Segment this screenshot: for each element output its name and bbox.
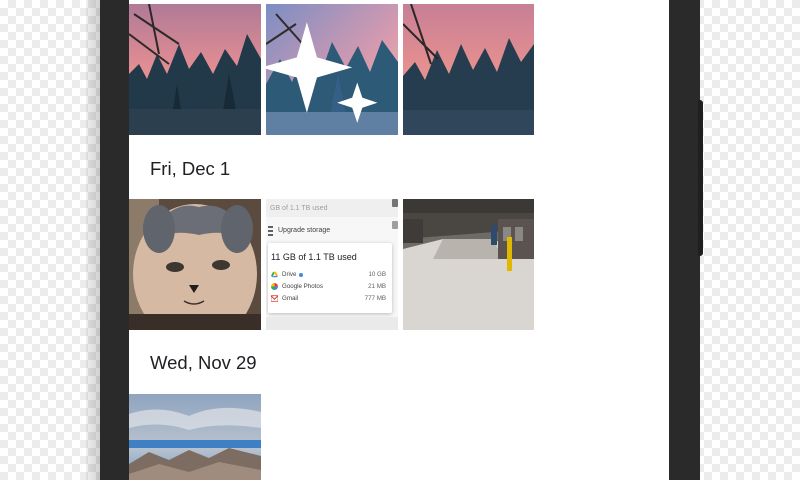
screenshot-scroll-marker-2 xyxy=(392,221,398,229)
screenshot-upgrade-label: Upgrade storage xyxy=(278,227,331,234)
screenshot-row-photos-size: 21 MB xyxy=(368,283,386,290)
screenshot-storage-card: 11 GB of 1.1 TB used Drive 10 GB Google … xyxy=(268,243,392,313)
google-photos-icon xyxy=(271,283,278,290)
screenshot-row-drive-size: 10 GB xyxy=(368,271,386,278)
photo-thumbnail-cat[interactable] xyxy=(129,199,261,330)
photo-thumbnail-mountains[interactable] xyxy=(129,394,261,480)
screenshot-used-text: GB of 1.1 TB used xyxy=(270,205,328,212)
screenshot-row-gmail-size: 777 MB xyxy=(364,295,386,302)
phone-side-button xyxy=(698,100,703,256)
screenshot-row-drive: Drive 10 GB xyxy=(271,270,386,280)
drive-icon xyxy=(271,271,278,278)
screenshot-row-gmail: Gmail 777 MB xyxy=(271,294,386,304)
date-header-dec-1: Fri, Dec 1 xyxy=(150,158,231,179)
screenshot-row-photos-label: Google Photos xyxy=(282,283,323,290)
date-header-nov-29: Wed, Nov 29 xyxy=(150,352,257,373)
screenshot-row-photos: Google Photos 21 MB xyxy=(271,282,386,292)
info-icon xyxy=(299,273,303,277)
storage-icon xyxy=(268,226,273,236)
screenshot-lower-area xyxy=(266,317,398,330)
screenshot-card-title: 11 GB of 1.1 TB used xyxy=(271,252,357,262)
photo-thumbnail-snowy-walkway[interactable] xyxy=(403,199,534,330)
phone-edge-shadow xyxy=(86,0,100,480)
screenshot-row-gmail-label: Gmail xyxy=(282,295,299,302)
screenshot-row-drive-label: Drive xyxy=(282,271,297,278)
sparkle-icon xyxy=(266,22,378,123)
screenshot-upgrade-row: Upgrade storage xyxy=(266,221,398,241)
gmail-icon xyxy=(271,295,278,302)
screenshot-thumbnail-storage[interactable]: GB of 1.1 TB used Upgrade storage 11 GB … xyxy=(266,199,398,330)
photo-thumbnail-sunset-trees-1[interactable] xyxy=(129,4,261,135)
photo-thumbnail-sunset-trees-2[interactable] xyxy=(266,4,398,135)
photo-thumbnail-sunset-trees-3[interactable] xyxy=(403,4,534,135)
photos-screen[interactable]: Fri, Dec 1 GB of 1.1 TB used Upgrade sto… xyxy=(129,0,669,480)
screenshot-scroll-marker xyxy=(392,199,398,207)
